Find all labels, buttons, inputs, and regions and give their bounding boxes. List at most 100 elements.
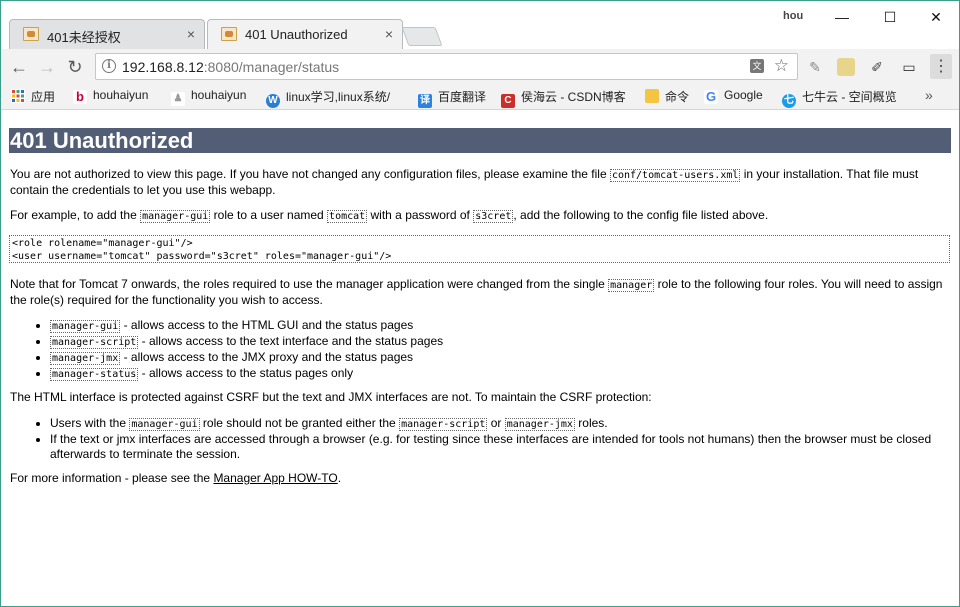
list-item: manager-script - allows access to the te… bbox=[50, 334, 443, 350]
page-title: 401 Unauthorized bbox=[9, 128, 951, 153]
tab-close-icon[interactable]: × bbox=[385, 26, 393, 42]
paragraph-csrf: The HTML interface is protected against … bbox=[10, 390, 652, 404]
bookmark-icon: W bbox=[266, 94, 280, 108]
text: or bbox=[487, 416, 505, 430]
tab-close-icon[interactable]: × bbox=[187, 26, 195, 42]
extension-cursor-icon[interactable]: ✐ bbox=[868, 58, 886, 76]
paragraph-example: For example, to add the manager-gui role… bbox=[10, 208, 768, 224]
google-icon: G bbox=[704, 89, 718, 104]
bookmark-google[interactable]: G Google bbox=[704, 88, 763, 106]
code-s3cret: s3cret bbox=[473, 210, 514, 223]
extension-screen-icon[interactable]: ▭ bbox=[900, 58, 918, 76]
text: For more information - please see the bbox=[10, 471, 214, 485]
extension-plant-icon[interactable] bbox=[837, 58, 855, 76]
bookmark-apps[interactable]: 应用 bbox=[11, 88, 55, 106]
text: For example, to add the bbox=[10, 208, 141, 222]
role-description: - allows access to the HTML GUI and the … bbox=[120, 318, 414, 332]
text: contain the credentials to let you use t… bbox=[10, 183, 276, 197]
url-path: :8080/manager/status bbox=[203, 59, 340, 75]
user-profile-badge[interactable]: hou bbox=[783, 10, 803, 22]
bookmark-label: houhaiyun bbox=[93, 88, 149, 102]
list-item: If the text or jmx interfaces are access… bbox=[50, 432, 950, 462]
text: . bbox=[337, 471, 342, 485]
back-button[interactable]: ← bbox=[8, 56, 30, 78]
bookmark-qiniu[interactable]: 七七牛云 - 空间概览 bbox=[782, 88, 897, 108]
bookmark-houhaiyun-2[interactable]: ♟ houhaiyun bbox=[171, 88, 246, 106]
bookmark-label: Google bbox=[724, 88, 763, 102]
paragraph-roles-note: Note that for Tomcat 7 onwards, the role… bbox=[10, 277, 942, 308]
folder-icon bbox=[645, 89, 659, 103]
title-bar: 401未经授权 × 401 Unauthorized × hou — ☐ ✕ bbox=[1, 1, 959, 49]
apps-grid-icon bbox=[11, 89, 25, 103]
role-code: manager-jmx bbox=[50, 352, 121, 365]
bookmark-star-icon[interactable]: ☆ bbox=[774, 56, 789, 76]
role-description: - allows access to the status pages only bbox=[138, 366, 354, 380]
url-host: 192.168.8.12 bbox=[122, 59, 204, 75]
tomcat-favicon-icon bbox=[23, 27, 39, 41]
close-window-button[interactable]: ✕ bbox=[921, 7, 951, 27]
tab-401-unauthorized[interactable]: 401 Unauthorized × bbox=[207, 19, 403, 49]
translate-icon[interactable]: 文 bbox=[750, 59, 764, 73]
tab-label: 401未经授权 bbox=[47, 30, 121, 45]
text: , add the following to the config file l… bbox=[513, 208, 769, 222]
paragraph-more-info: For more information - please see the Ma… bbox=[10, 471, 341, 486]
bookmark-label: 百度翻译 bbox=[438, 90, 487, 104]
page-content: 401 Unauthorized You are not authorized … bbox=[1, 110, 959, 606]
browser-window: 401未经授权 × 401 Unauthorized × hou — ☐ ✕ ←… bbox=[0, 0, 960, 607]
code-manager-gui: manager-gui bbox=[140, 210, 211, 223]
bookmark-houhaiyun-1[interactable]: b houhaiyun bbox=[73, 88, 148, 106]
reload-button[interactable]: ↻ bbox=[64, 56, 86, 78]
tab-401-chinese[interactable]: 401未经授权 × bbox=[9, 19, 205, 49]
bookmark-label: 应用 bbox=[31, 90, 56, 104]
forward-button[interactable]: → bbox=[36, 56, 58, 78]
new-tab-button[interactable] bbox=[401, 27, 443, 46]
bookmark-icon: ♟ bbox=[171, 92, 185, 106]
url-text[interactable]: 192.168.8.12:8080/manager/status bbox=[122, 59, 339, 75]
role-code: manager-script bbox=[50, 336, 139, 349]
extension-feather-icon[interactable]: ✎ bbox=[806, 58, 824, 76]
list-item: manager-status - allows access to the st… bbox=[50, 366, 443, 382]
tomcat-favicon-icon bbox=[221, 27, 237, 41]
role-code: manager-gui bbox=[50, 320, 121, 333]
roles-list: manager-gui - allows access to the HTML … bbox=[50, 318, 443, 382]
bookmark-label: linux学习,linux系统/ bbox=[286, 90, 391, 104]
qiniu-icon: 七 bbox=[782, 94, 796, 108]
text: with a password of bbox=[367, 208, 474, 222]
text: If the text or jmx interfaces are access… bbox=[50, 432, 932, 446]
role-description: - allows access to the JMX proxy and the… bbox=[120, 350, 414, 364]
config-code-block: <role rolename="manager-gui"/> <user use… bbox=[9, 235, 950, 263]
code-tomcat: tomcat bbox=[327, 210, 368, 223]
manager-howto-link[interactable]: Manager App HOW-TO bbox=[213, 471, 337, 485]
list-item: manager-jmx - allows access to the JMX p… bbox=[50, 350, 443, 366]
list-item: Users with the manager-gui role should n… bbox=[50, 416, 950, 432]
code-manager: manager bbox=[608, 279, 655, 292]
text: You are not authorized to view this page… bbox=[10, 167, 610, 181]
code-line: <role rolename="manager-gui"/> bbox=[12, 238, 193, 249]
bookmark-baidu-translate[interactable]: 译百度翻译 bbox=[418, 88, 487, 108]
browser-menu-icon[interactable]: ⋮ bbox=[930, 54, 952, 79]
csdn-icon: C bbox=[501, 94, 515, 108]
maximize-button[interactable]: ☐ bbox=[875, 7, 905, 27]
tab-label: 401 Unauthorized bbox=[245, 27, 348, 42]
bookmarks-bar: 应用 b houhaiyun ♟ houhaiyun Wlinux学习,linux系… bbox=[1, 85, 959, 110]
code-tomcat-users: conf/tomcat-users.xml bbox=[609, 169, 741, 182]
csrf-list: Users with the manager-gui role should n… bbox=[50, 416, 950, 462]
text: role to the following four roles. You wi… bbox=[654, 277, 943, 291]
role-code: manager-status bbox=[50, 368, 139, 381]
site-info-icon[interactable]: i bbox=[102, 59, 116, 73]
bookmark-folder-commands[interactable]: 命令 bbox=[645, 88, 689, 106]
toolbar: ← → ↻ i 192.168.8.12:8080/manager/status… bbox=[1, 49, 959, 85]
text: afterwards to terminate the session. bbox=[50, 447, 241, 461]
bookmark-linux[interactable]: Wlinux学习,linux系统/ bbox=[266, 88, 391, 108]
text: role to a user named bbox=[210, 208, 328, 222]
text: Users with the bbox=[50, 416, 130, 430]
bookmark-csdn[interactable]: C 侯海云 - CSDN博客 bbox=[501, 88, 626, 108]
more-bookmarks-icon[interactable]: » bbox=[925, 87, 933, 103]
minimize-button[interactable]: — bbox=[827, 7, 857, 27]
bookmark-label: 命令 bbox=[665, 90, 690, 104]
text: in your installation. That file must bbox=[740, 167, 919, 181]
bookmark-icon: b bbox=[73, 90, 87, 104]
code-manager-script: manager-script bbox=[399, 418, 488, 431]
address-bar[interactable]: i 192.168.8.12:8080/manager/status 文 ☆ bbox=[95, 53, 798, 80]
role-description: - allows access to the text interface an… bbox=[138, 334, 444, 348]
